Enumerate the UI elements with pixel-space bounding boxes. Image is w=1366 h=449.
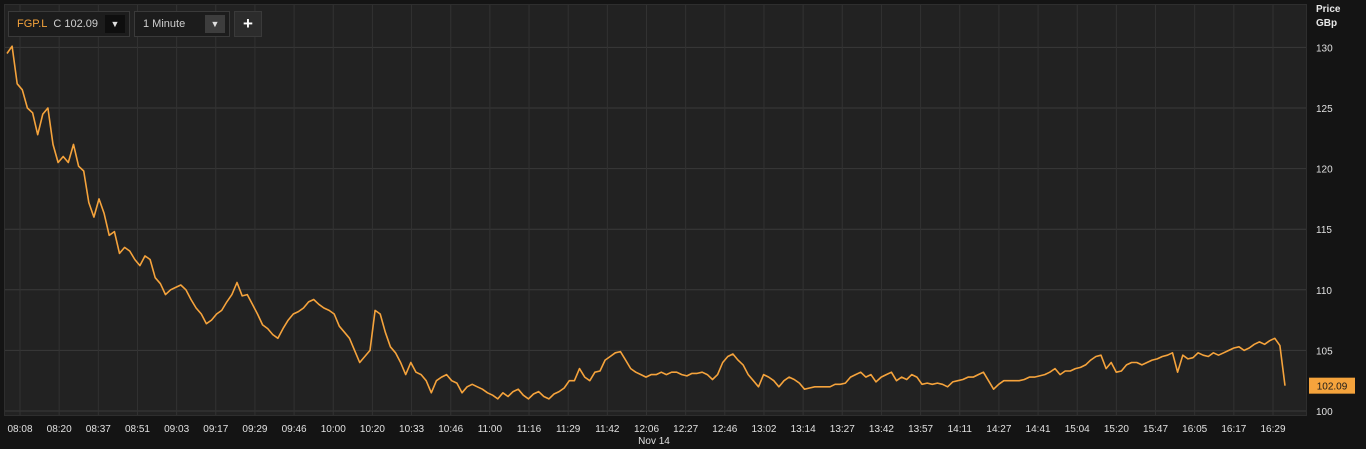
x-tick-label: 12:46 xyxy=(712,424,737,435)
x-tick-label: 11:16 xyxy=(517,424,542,435)
y-tick-label: 105 xyxy=(1316,346,1333,357)
x-tick-label: 16:29 xyxy=(1260,424,1285,435)
x-tick-label: 08:51 xyxy=(125,424,150,435)
x-tick-label: 09:29 xyxy=(242,424,267,435)
y-axis-title: Price xyxy=(1316,4,1341,15)
x-tick-label: 12:27 xyxy=(673,424,698,435)
x-tick-label: 10:33 xyxy=(399,424,424,435)
add-study-button[interactable]: + xyxy=(234,11,262,37)
price-chart[interactable]: 100105110115120125130 08:08 08:20 08:37 08:… xyxy=(0,0,1366,449)
interval-selector[interactable]: 1 Minute ▼ xyxy=(134,11,230,37)
x-axis: 08:08 08:20 08:37 08:51 09:03 09:17 09:29 09:46… xyxy=(7,424,1285,435)
x-tick-label: 13:27 xyxy=(830,424,855,435)
x-tick-label: 14:11 xyxy=(948,424,973,435)
x-tick-label: 10:46 xyxy=(438,424,463,435)
symbol-label: FGP.L xyxy=(17,18,48,30)
x-tick-label: 13:57 xyxy=(908,424,933,435)
x-tick-label: 11:42 xyxy=(595,424,620,435)
last-price-badge: 102.09 xyxy=(1309,377,1355,394)
x-tick-label: 09:46 xyxy=(282,424,307,435)
interval-label: 1 Minute xyxy=(143,18,186,30)
x-tick-label: 13:02 xyxy=(751,424,776,435)
close-price-label: C 102.09 xyxy=(53,18,99,30)
last-price-value: 102.09 xyxy=(1317,382,1348,393)
x-tick-label: 08:08 xyxy=(7,424,32,435)
y-tick-label: 115 xyxy=(1316,225,1332,236)
x-tick-label: 15:47 xyxy=(1143,424,1168,435)
grid-layer xyxy=(5,5,1306,415)
y-tick-label: 125 xyxy=(1316,104,1333,115)
y-axis-unit: GBp xyxy=(1316,18,1338,29)
x-tick-label: 10:00 xyxy=(321,424,346,435)
x-tick-label: 14:41 xyxy=(1026,424,1051,435)
x-tick-label: 11:29 xyxy=(556,424,581,435)
caret-down-icon[interactable]: ▼ xyxy=(205,15,225,33)
x-tick-label: 13:14 xyxy=(791,424,816,435)
x-tick-label: 14:27 xyxy=(986,424,1011,435)
x-tick-label: 15:04 xyxy=(1065,424,1090,435)
x-tick-label: 08:37 xyxy=(86,424,111,435)
x-tick-label: 13:42 xyxy=(869,424,894,435)
y-axis: 100 105 110 115 120 125 130 xyxy=(1316,43,1333,418)
x-tick-label: 12:06 xyxy=(634,424,659,435)
x-tick-label: 16:05 xyxy=(1182,424,1207,435)
x-axis-date-label: Nov 14 xyxy=(638,436,670,447)
x-tick-label: 09:03 xyxy=(164,424,189,435)
caret-down-icon[interactable]: ▼ xyxy=(105,15,125,33)
chart-toolbar: FGP.L C 102.09 ▼ 1 Minute ▼ + xyxy=(8,11,262,37)
symbol-selector[interactable]: FGP.L C 102.09 ▼ xyxy=(8,11,130,37)
y-tick-label: 100 xyxy=(1316,407,1333,418)
y-tick-label: 120 xyxy=(1316,165,1333,176)
x-tick-label: 16:17 xyxy=(1221,424,1246,435)
x-tick-label: 10:20 xyxy=(360,424,385,435)
y-tick-label: 130 xyxy=(1316,43,1333,54)
y-tick-label: 110 xyxy=(1316,286,1332,297)
x-tick-label: 09:17 xyxy=(203,424,228,435)
x-tick-label: 08:20 xyxy=(47,424,72,435)
x-tick-label: 15:20 xyxy=(1104,424,1129,435)
plus-icon: + xyxy=(243,14,253,33)
x-tick-label: 11:00 xyxy=(478,424,503,435)
